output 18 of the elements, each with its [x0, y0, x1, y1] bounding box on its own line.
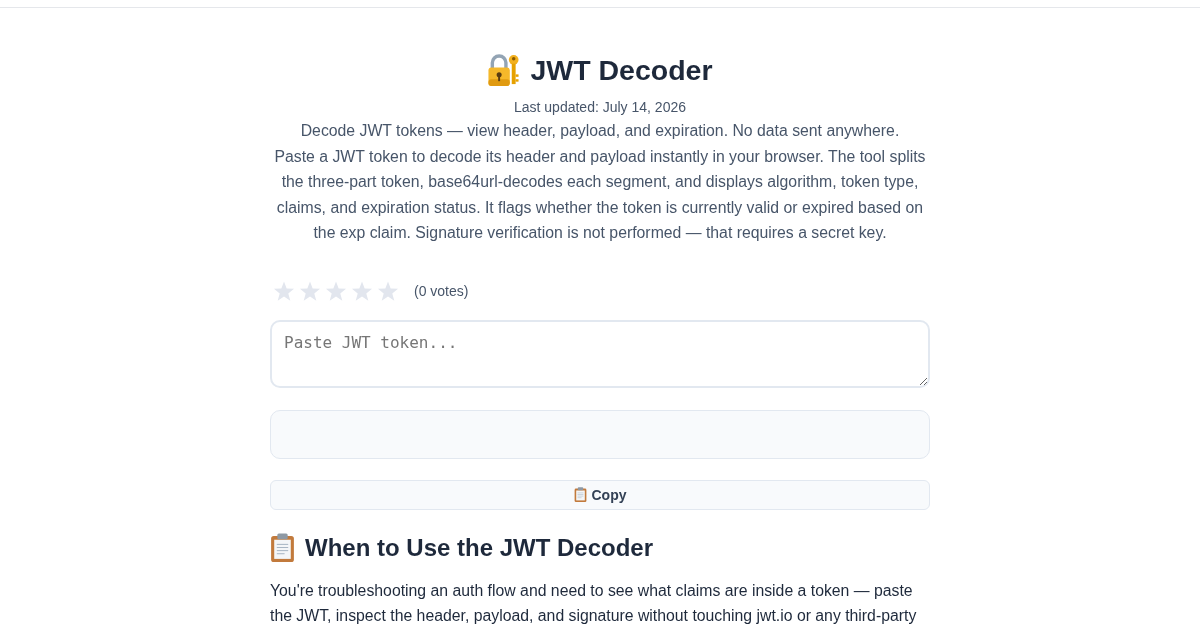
star-icon[interactable] — [325, 280, 347, 302]
copy-button[interactable]: Copy — [270, 479, 930, 510]
star-icon[interactable] — [351, 280, 373, 302]
vote-count: (0 votes) — [414, 283, 469, 299]
last-updated-text: Last updated: July 14, 2026 — [513, 98, 687, 117]
clipboard-icon — [573, 487, 587, 502]
token-input[interactable]: Paste JWT token... — [270, 319, 930, 388]
padlock-key-icon — [487, 53, 521, 87]
section-heading: When to Use the JWT Decoder — [305, 532, 654, 563]
tagline-text: Decode JWT tokens — view header, payload, and expiration. No data sent anywhere. — [299, 121, 901, 141]
star-rating[interactable] — [273, 280, 399, 302]
description-text: Paste a JWT token to decode its header and payload instantly in your browser. The tool splits the three-part token, base64url-decodes each segment, and displays algorithm, token type, claims, and expiration status. It flags whether the token is currently valid or expired based on the exp claim. Signature verification is not performed — that requires a secret key. — [273, 146, 927, 243]
star-icon[interactable] — [273, 280, 295, 302]
page-title: JWT Decoder — [530, 53, 713, 88]
star-icon[interactable] — [377, 280, 399, 302]
star-icon[interactable] — [299, 280, 321, 302]
clipboard-icon — [270, 533, 295, 562]
section-paragraph: You're troubleshooting an auth flow and need to see what claims are inside a token — paste the JWT, inspect the header, payload, and signature without touching jwt.io or any third-party — [270, 580, 918, 626]
